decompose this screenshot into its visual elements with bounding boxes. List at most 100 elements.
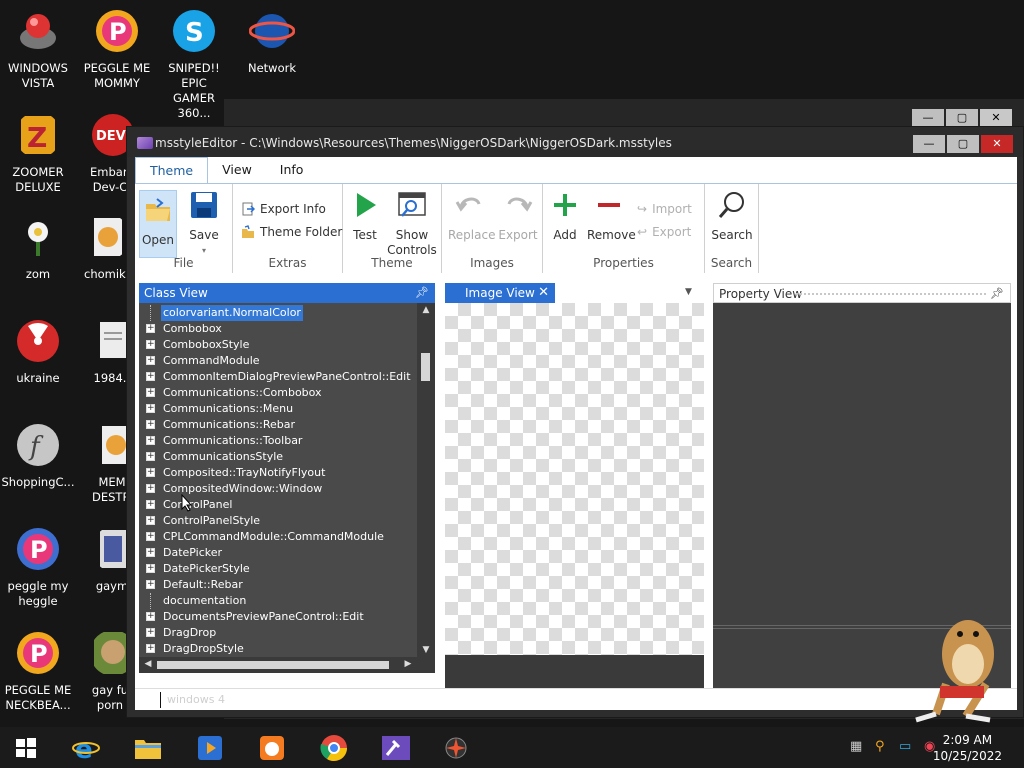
add-button[interactable]: Add <box>549 190 581 243</box>
tree-item[interactable]: + Communications::Toolbar <box>139 433 417 449</box>
desktop-icon-zoomer-deluxe[interactable]: Z ZOOMER DELUXE <box>0 112 76 195</box>
tab-theme[interactable]: Theme <box>135 157 209 183</box>
taskbar-file-explorer[interactable] <box>124 731 172 765</box>
taskbar-msstyle-editor[interactable] <box>372 731 420 765</box>
tray-display-icon[interactable]: ▭ <box>899 739 911 754</box>
expand-icon[interactable]: + <box>146 612 155 621</box>
taskbar-uc-browser[interactable] <box>248 731 296 765</box>
expand-icon[interactable]: + <box>146 500 155 509</box>
desktop-icon-peggle-me-neckbea[interactable]: P PEGGLE ME NECKBEA... <box>0 630 76 713</box>
desktop-icon-sniped[interactable]: S SNIPED!! EPIC GAMER 360... <box>156 8 232 121</box>
import-button[interactable]: ↪ Import <box>637 202 692 216</box>
tree-item[interactable]: + Communications::Rebar <box>139 417 417 433</box>
desktop-icon-peggle-me-mommy[interactable]: P PEGGLE ME MOMMY <box>79 8 155 91</box>
expand-icon[interactable]: + <box>146 644 155 653</box>
remove-button[interactable]: Remove <box>587 190 636 243</box>
tree-item[interactable]: + Communications::Menu <box>139 401 417 417</box>
scroll-up-icon[interactable]: ▲ <box>417 305 435 315</box>
tray-search-icon[interactable]: ⚲ <box>875 739 885 754</box>
expand-icon[interactable]: + <box>146 452 155 461</box>
tree-vertical-scrollbar[interactable]: ▲ ▼ <box>417 303 435 657</box>
background-minimize-button[interactable]: — <box>912 109 944 127</box>
desktop-icon-network[interactable]: Network <box>234 8 310 76</box>
tree-item[interactable]: + CommandModule <box>139 353 417 369</box>
theme-folder-button[interactable]: Theme Folder <box>241 225 342 239</box>
tree-item[interactable]: + ComboboxStyle <box>139 337 417 353</box>
close-icon[interactable]: ✕ <box>538 283 549 303</box>
desktop-icon-windows-vista[interactable]: WINDOWS VISTA <box>0 8 76 91</box>
close-button[interactable]: ✕ <box>981 135 1013 153</box>
expand-icon[interactable]: + <box>146 356 155 365</box>
scrollbar-thumb[interactable] <box>421 353 430 381</box>
tree-item[interactable]: + ControlPanelStyle <box>139 513 417 529</box>
taskbar-internet-explorer[interactable]: e <box>62 731 110 765</box>
desktop-icon-ukraine[interactable]: ukraine <box>0 318 76 386</box>
background-maximize-button[interactable]: ▢ <box>946 109 978 127</box>
save-button[interactable]: Save ▾ <box>183 190 225 258</box>
expand-icon[interactable]: + <box>146 564 155 573</box>
tab-view[interactable]: View <box>208 157 266 183</box>
tray-network-icon[interactable]: ▦ <box>850 739 862 754</box>
desktop-icon-shoppingc[interactable]: f ShoppingC... <box>0 422 76 490</box>
image-view-canvas[interactable] <box>445 303 704 688</box>
expand-icon[interactable]: + <box>146 580 155 589</box>
tree-item[interactable]: + DragDropStyle <box>139 641 417 657</box>
expand-icon[interactable]: + <box>146 548 155 557</box>
property-view-header[interactable]: Property View 📌︎ <box>713 283 1011 303</box>
image-view-tab[interactable]: Image View ✕ <box>445 283 555 303</box>
expand-icon[interactable]: + <box>146 516 155 525</box>
desktop-icon-zom[interactable]: zom <box>0 214 76 282</box>
expand-icon[interactable]: + <box>146 388 155 397</box>
export-info-button[interactable]: Export Info <box>241 202 326 216</box>
scroll-left-icon[interactable]: ◀ <box>139 659 157 669</box>
tree-item[interactable]: + CommonItemDialogPreviewPaneControl::Edi… <box>139 369 417 385</box>
expand-icon[interactable]: + <box>146 340 155 349</box>
tree-item[interactable]: + DatePickerStyle <box>139 561 417 577</box>
minimize-button[interactable]: — <box>913 135 945 153</box>
tab-info[interactable]: Info <box>266 157 318 183</box>
taskbar-clock[interactable]: 2:09 AM 10/25/2022 <box>933 732 1002 764</box>
scroll-right-icon[interactable]: ▶ <box>399 659 417 669</box>
expand-icon[interactable]: + <box>146 372 155 381</box>
start-button[interactable] <box>2 731 50 765</box>
test-button[interactable]: Test <box>349 190 381 243</box>
tree-item[interactable]: + DatePicker <box>139 545 417 561</box>
class-view-tree[interactable]: +DropListControl+DragDropStyle+DragDrop+… <box>139 303 435 673</box>
chevron-down-icon[interactable]: ▼ <box>685 287 692 297</box>
tree-item[interactable]: + CommunicationsStyle <box>139 449 417 465</box>
taskbar-media-player[interactable] <box>186 731 234 765</box>
image-export-button[interactable]: Export <box>498 190 538 243</box>
desktop-icon-1984[interactable]: 1984. <box>90 318 130 386</box>
expand-icon[interactable]: + <box>146 404 155 413</box>
tree-item[interactable]: + Combobox <box>139 321 417 337</box>
property-export-button[interactable]: ↩ Export <box>637 225 691 239</box>
title-bar[interactable]: msstyleEditor - C:\Windows\Resources\The… <box>127 127 1023 157</box>
open-button[interactable]: Open <box>139 190 177 258</box>
tree-horizontal-scrollbar[interactable]: ◀ ▶ <box>139 657 435 673</box>
tree-item[interactable]: + Composited::TrayNotifyFlyout <box>139 465 417 481</box>
tree-item[interactable]: colorvariant.NormalColor <box>139 305 417 321</box>
tree-item[interactable]: + Communications::Combobox <box>139 385 417 401</box>
show-controls-button[interactable]: Show Controls <box>387 190 437 258</box>
expand-icon[interactable]: + <box>146 532 155 541</box>
maximize-button[interactable]: ▢ <box>947 135 979 153</box>
scroll-down-icon[interactable]: ▼ <box>417 645 435 655</box>
desktop-icon-gay-fu-porn[interactable]: gay fu porn <box>90 630 132 713</box>
tree-item[interactable]: + Default::Rebar <box>139 577 417 593</box>
expand-icon[interactable]: + <box>146 420 155 429</box>
tree-item[interactable]: + DragDrop <box>139 625 417 641</box>
expand-icon[interactable]: + <box>146 484 155 493</box>
tree-item[interactable]: + DocumentsPreviewPaneControl::Edit <box>139 609 417 625</box>
desktop-icon-embarcadero[interactable]: DEV Embarca Dev-C <box>90 112 141 195</box>
scrollbar-thumb[interactable] <box>157 661 389 669</box>
taskbar-chrome[interactable] <box>310 731 358 765</box>
replace-button[interactable]: Replace <box>448 190 495 243</box>
taskbar-game-app[interactable] <box>432 731 480 765</box>
search-button[interactable]: Search <box>711 190 753 243</box>
pin-icon[interactable]: 📌︎ <box>415 283 429 303</box>
desktop-icon-peggle-my-heggle[interactable]: P peggle my heggle <box>0 526 76 609</box>
expand-icon[interactable]: + <box>146 436 155 445</box>
desktop-icon-chomik[interactable]: chomik <box>84 214 126 282</box>
expand-icon[interactable]: + <box>146 628 155 637</box>
expand-icon[interactable]: + <box>146 468 155 477</box>
